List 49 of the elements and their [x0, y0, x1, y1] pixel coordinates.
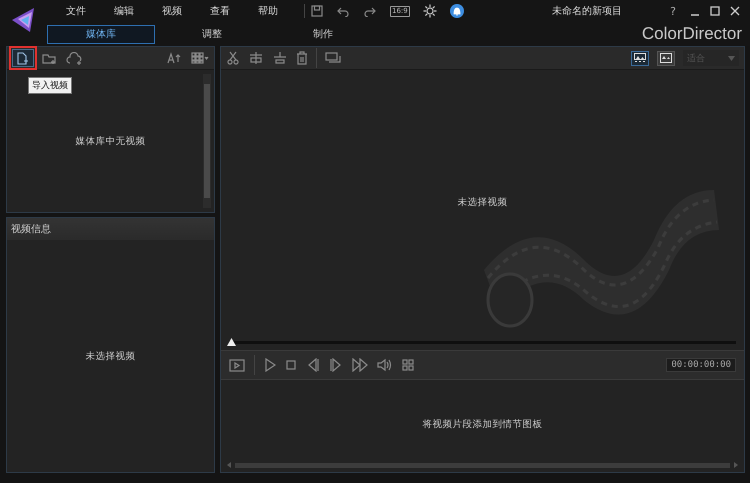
empty-info-message: 未选择视频	[86, 350, 136, 362]
split-icon[interactable]	[248, 51, 264, 65]
folder-add-icon[interactable]	[42, 52, 58, 64]
view-mode-button[interactable]	[631, 50, 649, 66]
caret-icon	[728, 56, 735, 60]
import-video-button[interactable]	[12, 49, 34, 67]
cloud-add-icon[interactable]	[66, 52, 84, 64]
tab[interactable]: 制作	[269, 24, 377, 44]
redo-icon	[363, 5, 377, 17]
snapshot-icon[interactable]	[325, 51, 341, 65]
slider-thumb[interactable]	[227, 338, 236, 346]
grid-view-icon[interactable]	[191, 52, 209, 64]
help-button[interactable]: ?	[670, 4, 676, 18]
fullscreen-icon[interactable]	[402, 358, 414, 372]
empty-library-message: 媒体库中无视频	[76, 134, 146, 148]
notification-icon[interactable]	[450, 4, 464, 18]
view-mode-button[interactable]	[657, 50, 675, 66]
scissors-icon[interactable]	[226, 51, 240, 65]
tab[interactable]: 媒体库	[47, 24, 155, 44]
volume-icon[interactable]	[377, 358, 393, 372]
panel-title: 视频信息	[11, 222, 51, 236]
preview-mode-icon[interactable]	[229, 358, 245, 372]
undo-icon	[336, 5, 350, 17]
brand-name: ColorDirector	[642, 24, 742, 44]
tooltip: 导入视频	[28, 77, 72, 94]
menu-item[interactable]: 文件	[52, 4, 100, 18]
play-icon[interactable]	[264, 358, 276, 372]
scrollbar[interactable]	[203, 74, 211, 208]
save-icon	[311, 5, 323, 17]
project-title: 未命名的新项目	[550, 4, 623, 18]
menu-item[interactable]: 帮助	[244, 4, 292, 18]
previous-frame-icon[interactable]	[306, 358, 320, 372]
settings-icon[interactable]	[422, 4, 437, 18]
sort-icon[interactable]	[167, 52, 183, 64]
menu-item[interactable]: 查看	[196, 4, 244, 18]
file-add-icon	[17, 52, 29, 64]
stop-icon[interactable]	[285, 358, 297, 372]
timecode: 00:00:00:00	[666, 358, 736, 372]
empty-storyboard-message: 将视频片段添加到情节图板	[422, 418, 542, 432]
trim-icon[interactable]	[272, 51, 288, 65]
fast-forward-icon[interactable]	[352, 358, 368, 372]
maximize-icon[interactable]	[710, 6, 720, 16]
trash-icon[interactable]	[296, 51, 308, 65]
menu-item[interactable]: 编辑	[100, 4, 148, 18]
next-frame-icon[interactable]	[329, 358, 343, 372]
tab[interactable]: 调整	[158, 24, 266, 44]
menu-item[interactable]: 视频	[148, 4, 196, 18]
empty-preview-message: 未选择视频	[458, 196, 508, 209]
close-icon[interactable]	[730, 6, 740, 16]
